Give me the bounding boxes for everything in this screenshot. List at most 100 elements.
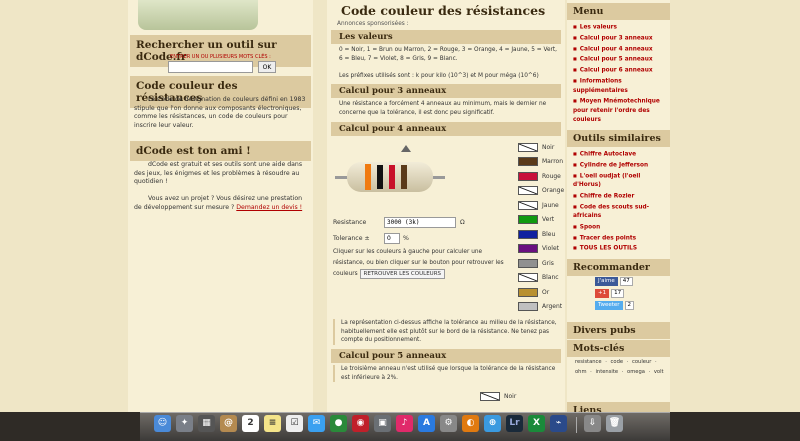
band-2[interactable] xyxy=(377,165,383,189)
finder-icon[interactable]: ☺ xyxy=(154,415,171,432)
mission-control-icon[interactable]: ▦ xyxy=(198,415,215,432)
color-swatch[interactable] xyxy=(518,287,538,297)
color-option-or[interactable]: Or xyxy=(518,285,566,300)
facebook-like-count: 47 xyxy=(619,277,633,286)
firefox-icon[interactable]: ◐ xyxy=(462,415,479,432)
photos-icon[interactable]: ▣ xyxy=(374,415,391,432)
color-option-bleu[interactable]: Bleu xyxy=(518,227,566,242)
tool-item[interactable]: Code des scouts sud-africains xyxy=(573,202,664,222)
menu-item[interactable]: Les valeurs xyxy=(573,22,664,33)
app-store-icon[interactable]: A xyxy=(418,415,435,432)
page-title: Code couleur des résistances xyxy=(341,3,546,18)
friend-text-2: Vous avez un projet ? Vous désirez une p… xyxy=(134,195,308,212)
notes-icon[interactable]: ≡ xyxy=(264,415,281,432)
color-swatch[interactable] xyxy=(518,229,538,239)
network-utility-icon[interactable]: ⌁ xyxy=(550,415,567,432)
menu-item[interactable]: Informations supplémentaires xyxy=(573,76,664,96)
color-option-noir[interactable]: Noir xyxy=(518,140,566,155)
color-option-jaune[interactable]: Jaune xyxy=(518,198,566,213)
band-1[interactable] xyxy=(365,164,371,190)
tool-item[interactable]: Chiffre de Rozier xyxy=(573,191,664,202)
menu-item[interactable]: Calcul pour 4 anneaux xyxy=(573,44,664,55)
color-label: Noir xyxy=(542,143,555,151)
tolerance-label: Tolerance ± xyxy=(333,235,370,242)
dock-separator xyxy=(576,417,577,433)
reco-title: Recommander xyxy=(567,259,670,276)
safari-icon[interactable]: ⊕ xyxy=(484,415,501,432)
trash-icon[interactable]: 🗑 xyxy=(606,415,623,432)
color-swatch[interactable] xyxy=(518,258,538,268)
dock-shelf: ☺ ✦ ▦ @ 2 ≡ ☑ ✉ ● ◉ ▣ ♪ A ⚙ ◐ ⊕ Lr X ⌁ ⇩… xyxy=(140,412,670,441)
noir-swatch-bottom[interactable] xyxy=(480,392,500,401)
search-input[interactable] xyxy=(168,61,253,73)
menu-item[interactable]: Calcul pour 6 anneaux xyxy=(573,65,664,76)
facebook-like-button[interactable]: J'aime 47 xyxy=(595,277,633,286)
lightroom-icon[interactable]: Lr xyxy=(506,415,523,432)
band-3[interactable] xyxy=(389,165,395,189)
color-swatch[interactable] xyxy=(518,273,538,283)
downloads-icon[interactable]: ⇩ xyxy=(584,415,601,432)
color-option-blanc[interactable]: Blanc xyxy=(518,271,566,286)
devis-link[interactable]: Demandez un devis ! xyxy=(236,204,302,211)
macos-dock: ☺ ✦ ▦ @ 2 ≡ ☑ ✉ ● ◉ ▣ ♪ A ⚙ ◐ ⊕ Lr X ⌁ ⇩… xyxy=(0,412,800,441)
color-option-marron[interactable]: Marron xyxy=(518,155,566,170)
color-option-vert[interactable]: Vert xyxy=(518,213,566,228)
color-label: Rouge xyxy=(542,172,561,180)
mots-cles[interactable]: resistance · code · couleur · ohm · inte… xyxy=(575,358,665,377)
color-option-gris[interactable]: Gris xyxy=(518,256,566,271)
color-swatch[interactable] xyxy=(518,215,538,225)
friend-text-1: dCode est gratuit et ses outils sont une… xyxy=(134,161,303,185)
tweet-count: 2 xyxy=(624,301,635,310)
calc5-title: Calcul pour 5 anneaux xyxy=(331,349,561,363)
tool-item[interactable]: Chiffre Autoclave xyxy=(573,149,664,160)
retrouver-button[interactable]: RETROUVER LES COULEURS xyxy=(359,269,446,279)
photo-booth-icon[interactable]: ◉ xyxy=(352,415,369,432)
color-option-violet[interactable]: Violet xyxy=(518,242,566,257)
color-swatch[interactable] xyxy=(518,142,538,152)
itunes-icon[interactable]: ♪ xyxy=(396,415,413,432)
color-option-argent[interactable]: Argent xyxy=(518,300,566,315)
menu-item[interactable]: Moyen Mnémotechnique pour retenir l'ordr… xyxy=(573,96,664,126)
color-label: Argent xyxy=(542,303,563,311)
browser-page: Rechercher un outil sur dCode.fr ENTRER … xyxy=(0,0,800,412)
tweet-button[interactable]: Tweeter 2 xyxy=(595,301,635,310)
color-label: Jaune xyxy=(542,201,559,209)
search-ok-button[interactable]: OK xyxy=(258,61,276,73)
color-option-rouge[interactable]: Rouge xyxy=(518,169,566,184)
gplus-button[interactable]: +1 17 xyxy=(595,289,625,298)
reminders-icon[interactable]: ☑ xyxy=(286,415,303,432)
tool-item[interactable]: L'oeil oudjat (l'oeil d'Horus) xyxy=(573,171,664,191)
launchpad-icon[interactable]: ✦ xyxy=(176,415,193,432)
color-option-orange[interactable]: Orange xyxy=(518,184,566,199)
tolerance-input[interactable]: 0 xyxy=(384,233,400,244)
tool-item[interactable]: Tracer des points xyxy=(573,233,664,244)
menu-title: Menu xyxy=(567,3,670,20)
color-swatch[interactable] xyxy=(518,157,538,167)
band-4[interactable] xyxy=(401,165,407,189)
tweet-label: Tweeter xyxy=(595,301,623,310)
color-label: Or xyxy=(542,288,550,296)
right-column: Menu Les valeursCalcul pour 3 anneauxCal… xyxy=(567,0,670,412)
menu-list: Les valeursCalcul pour 3 anneauxCalcul p… xyxy=(567,20,670,128)
color-swatch[interactable] xyxy=(518,244,538,254)
color-swatch[interactable] xyxy=(518,302,538,312)
valeurs-text: 0 = Noir, 1 = Brun ou Marron, 2 = Rouge,… xyxy=(339,47,558,62)
system-preferences-icon[interactable]: ⚙ xyxy=(440,415,457,432)
excel-icon[interactable]: X xyxy=(528,415,545,432)
calc3-title: Calcul pour 3 anneaux xyxy=(331,84,561,98)
calendar-icon[interactable]: 2 xyxy=(242,415,259,432)
contacts-icon[interactable]: @ xyxy=(220,415,237,432)
color-swatch[interactable] xyxy=(518,171,538,181)
tool-item[interactable]: Spoon xyxy=(573,222,664,233)
color-swatch[interactable] xyxy=(518,186,538,196)
resistance-input[interactable]: 3000 (3k) xyxy=(384,217,456,228)
menu-item[interactable]: Calcul pour 5 anneaux xyxy=(573,54,664,65)
color-swatch[interactable] xyxy=(518,200,538,210)
color-label: Blanc xyxy=(542,274,559,282)
facetime-icon[interactable]: ● xyxy=(330,415,347,432)
messages-icon[interactable]: ✉ xyxy=(308,415,325,432)
tool-item[interactable]: Cylindre de Jefferson xyxy=(573,160,664,171)
ohm-symbol: Ω xyxy=(460,219,465,226)
tool-item[interactable]: TOUS LES OUTILS xyxy=(573,243,664,254)
menu-item[interactable]: Calcul pour 3 anneaux xyxy=(573,33,664,44)
